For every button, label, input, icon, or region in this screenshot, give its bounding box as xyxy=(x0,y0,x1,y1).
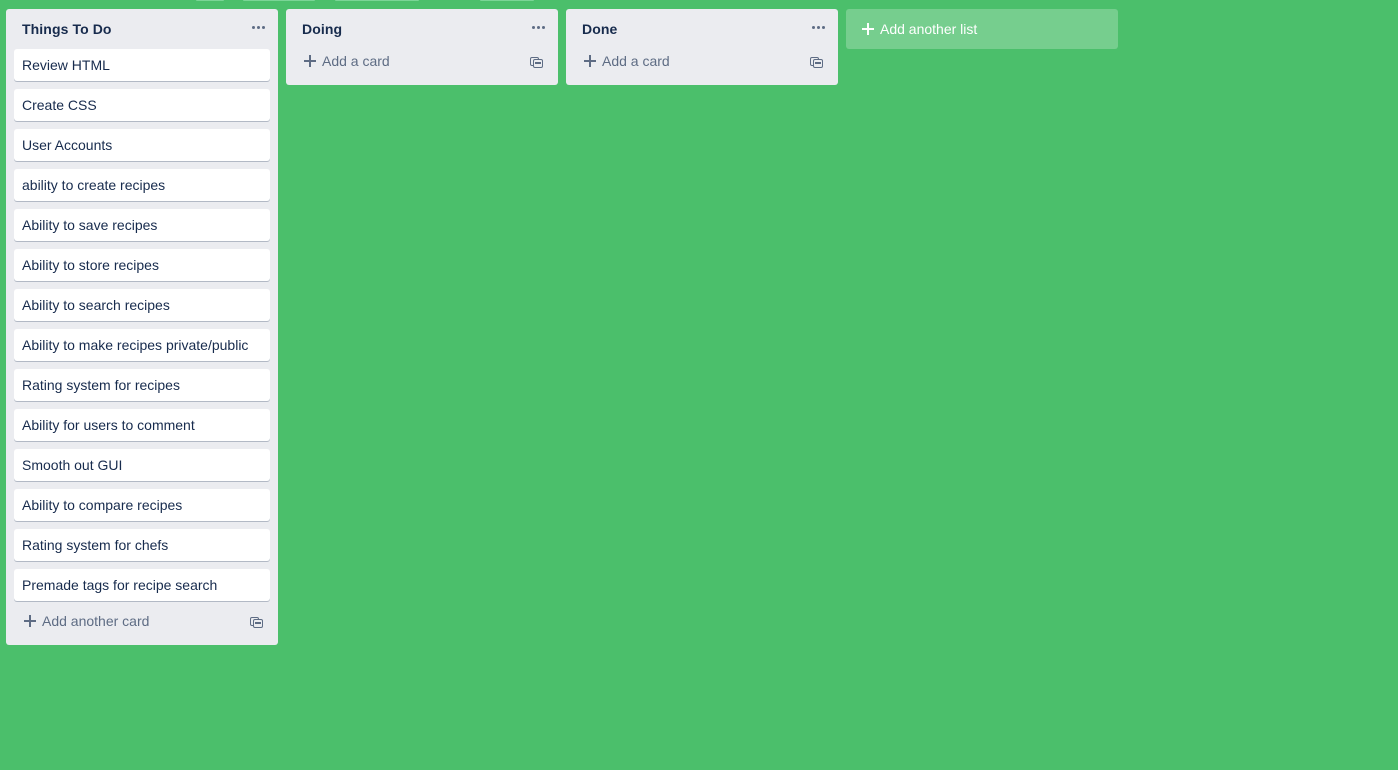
card[interactable]: Ability to search recipes xyxy=(14,289,270,321)
list-things-to-do: Things To Do Review HTML Create CSS User… xyxy=(6,9,278,645)
header-button-edge[interactable] xyxy=(196,0,224,1)
header-button-edge[interactable] xyxy=(335,0,419,1)
list-menu-button[interactable] xyxy=(530,19,546,35)
header-edge xyxy=(0,0,1398,2)
card-template-icon[interactable] xyxy=(810,55,824,69)
list-doing: Doing Add a card xyxy=(286,9,558,85)
card[interactable]: Ability to store recipes xyxy=(14,249,270,281)
card[interactable]: Review HTML xyxy=(14,49,270,81)
list-header: Things To Do xyxy=(6,9,278,49)
add-card-label: Add a card xyxy=(322,53,390,69)
list-title[interactable]: Things To Do xyxy=(22,21,112,37)
list-header: Done xyxy=(566,9,838,49)
board: Things To Do Review HTML Create CSS User… xyxy=(0,0,1398,770)
more-horizontal-icon xyxy=(250,19,266,35)
card-composer: Add a card xyxy=(566,47,838,85)
header-button-edge[interactable] xyxy=(243,0,315,1)
card[interactable]: Premade tags for recipe search xyxy=(14,569,270,601)
card-composer: Add another card xyxy=(6,607,278,645)
add-list-button[interactable]: Add another list xyxy=(846,9,1118,49)
card[interactable]: Ability to compare recipes xyxy=(14,489,270,521)
card[interactable]: Rating system for recipes xyxy=(14,369,270,401)
list-title[interactable]: Doing xyxy=(302,21,342,37)
plus-icon xyxy=(862,23,874,35)
card[interactable]: Rating system for chefs xyxy=(14,529,270,561)
list-title[interactable]: Done xyxy=(582,21,617,37)
card-list: Review HTML Create CSS User Accounts abi… xyxy=(6,49,278,601)
plus-icon xyxy=(584,55,596,67)
list-menu-button[interactable] xyxy=(810,19,826,35)
card[interactable]: ability to create recipes xyxy=(14,169,270,201)
card[interactable]: Ability for users to comment xyxy=(14,409,270,441)
card[interactable]: User Accounts xyxy=(14,129,270,161)
card[interactable]: Ability to save recipes xyxy=(14,209,270,241)
add-card-label: Add a card xyxy=(602,53,670,69)
card-template-icon[interactable] xyxy=(530,55,544,69)
plus-icon xyxy=(24,615,36,627)
more-horizontal-icon xyxy=(530,19,546,35)
card[interactable]: Smooth out GUI xyxy=(14,449,270,481)
header-button-edge[interactable] xyxy=(480,0,534,1)
card-composer: Add a card xyxy=(286,47,558,85)
list-menu-button[interactable] xyxy=(250,19,266,35)
card[interactable]: Ability to make recipes private/public xyxy=(14,329,270,361)
add-list-label: Add another list xyxy=(880,21,978,37)
card-template-icon[interactable] xyxy=(250,615,264,629)
add-card-button[interactable]: Add a card xyxy=(584,53,670,69)
add-card-button[interactable]: Add a card xyxy=(304,53,390,69)
plus-icon xyxy=(304,55,316,67)
add-card-label: Add another card xyxy=(42,613,150,629)
list-header: Doing xyxy=(286,9,558,49)
more-horizontal-icon xyxy=(810,19,826,35)
card[interactable]: Create CSS xyxy=(14,89,270,121)
list-done: Done Add a card xyxy=(566,9,838,85)
add-card-button[interactable]: Add another card xyxy=(24,613,149,629)
